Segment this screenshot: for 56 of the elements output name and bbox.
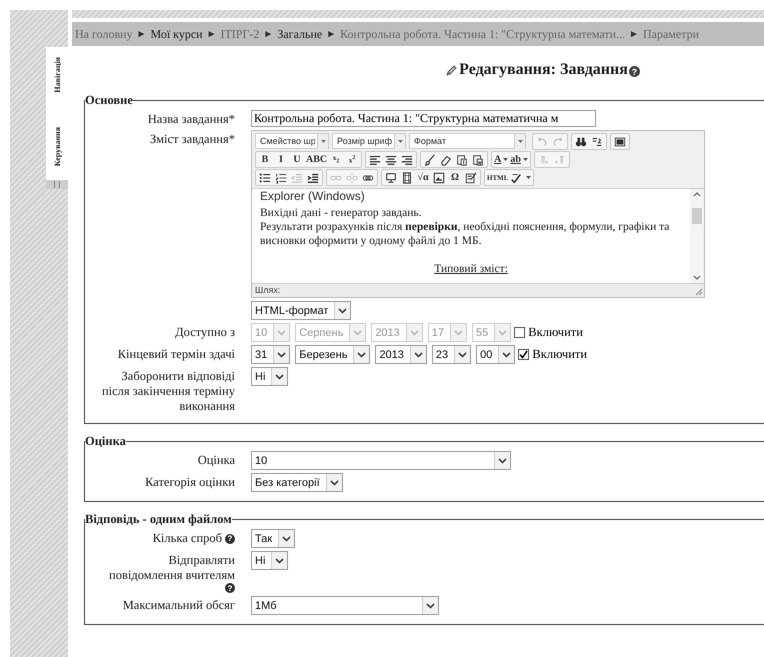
help-icon[interactable]: ? [225, 534, 235, 544]
content-heading: Explorer (Windows) [260, 189, 366, 203]
checkbox-label: Включити [528, 325, 583, 340]
toolbar-button[interactable]: ABC [305, 152, 328, 167]
select-dropdown[interactable]: 00 [476, 345, 516, 364]
field-label: Кілька спроб [152, 531, 222, 546]
help-icon[interactable]: ? [628, 66, 640, 77]
toolbar-button[interactable]: √α [415, 170, 431, 185]
breadcrumb-separator: ► [263, 28, 274, 40]
select-dropdown[interactable]: 31 [251, 345, 290, 364]
field-label: Максимальний обсяг [122, 597, 235, 613]
toolbar-button[interactable]: B [257, 152, 273, 167]
field-label: Заборонити відповіді після закінчення терміну виконання [100, 368, 235, 414]
content-link[interactable]: Типовий зміст: [260, 262, 682, 276]
breadcrumb-separator: ► [629, 28, 639, 40]
toolbar-button[interactable]: ab [509, 152, 529, 167]
field-label: Категорія оцінки [144, 474, 235, 490]
content-paragraph: Результати розрахунків після перевірки, необхідні пояснення, формули, графіки та висновки оформити у одному файлі до 1 МБ. [260, 220, 670, 248]
sidebar-tab[interactable]: Керування [52, 126, 62, 166]
content-paragraph: Вихідні дані - генератор завдань. [260, 206, 422, 220]
field-label: Оцінка [196, 452, 235, 468]
toolbar-dropdown[interactable]: Розмір шриф [332, 133, 406, 149]
field-label: Відправляти повідомлення вчителям [108, 553, 235, 583]
select-dropdown[interactable]: 1Мб [251, 596, 439, 615]
page-title: Редагування: Завдання [459, 61, 628, 79]
toolbar-button[interactable]: I [273, 152, 289, 167]
select-dropdown[interactable]: Без категорії [251, 473, 343, 492]
breadcrumb-separator: ► [136, 28, 146, 40]
select-dropdown[interactable]: 10 [251, 451, 511, 470]
sidebar-tab[interactable]: Навігація [52, 57, 62, 93]
select-dropdown[interactable]: 2013 [375, 345, 427, 364]
select-dropdown[interactable]: Ні [251, 367, 288, 386]
select-dropdown[interactable]: Ні [251, 551, 288, 570]
select-dropdown[interactable]: HTML-формат [251, 301, 352, 320]
breadcrumb-link[interactable]: Загальне [277, 26, 322, 42]
section-legend: Основне [85, 93, 133, 108]
select-dropdown[interactable]: 23 [432, 345, 472, 364]
path-label: Шлях: [255, 285, 280, 295]
field-label: Доступно з [174, 324, 235, 340]
toolbar-button[interactable]: U [289, 152, 305, 167]
breadcrumb-link[interactable]: Мої курси [150, 26, 203, 42]
title-input[interactable]: Контрольна робота. Частина 1: "Структурна математична м [251, 110, 596, 127]
field-label: Кінцевий термін здачі [116, 346, 235, 362]
field-label: Зміст завдання* [148, 131, 235, 147]
select-dropdown[interactable]: Березень [295, 345, 370, 364]
toolbar-button[interactable]: A [493, 152, 510, 167]
select-dropdown[interactable]: Так [251, 529, 296, 548]
field-label: Назва завдання* [146, 111, 235, 127]
breadcrumb-separator: ► [326, 28, 336, 40]
toolbar-button[interactable]: Ω [447, 170, 463, 185]
section-legend: Відповідь - одним файлом [85, 512, 232, 527]
help-icon[interactable]: ? [225, 583, 235, 593]
section-legend: Оцінка [85, 434, 126, 449]
toolbar-dropdown[interactable]: Формат [409, 133, 526, 149]
checkbox-label: Включити [532, 347, 588, 362]
breadcrumb-separator: ► [206, 28, 216, 40]
